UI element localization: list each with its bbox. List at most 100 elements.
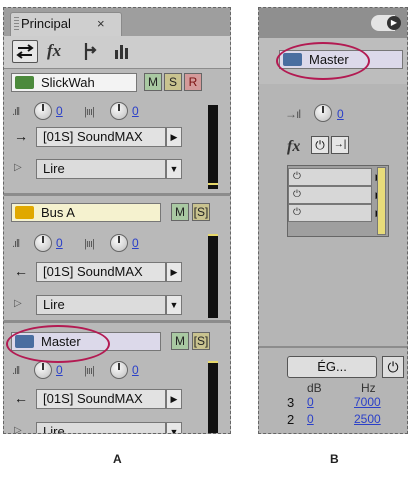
pan-knob[interactable] <box>110 234 128 252</box>
tab-label: Principal <box>21 16 71 31</box>
pan-value[interactable]: 0 <box>132 363 139 377</box>
mode-dropdown-button[interactable]: ▼ <box>166 295 182 315</box>
expand-arrow-icon[interactable]: ▷ <box>14 162 22 173</box>
effect-slot-2[interactable]: ⏻ <box>288 186 372 204</box>
bus-color-swatch[interactable] <box>15 206 34 219</box>
toolbar: fx <box>4 36 230 69</box>
tab-principal[interactable]: Principal × <box>10 12 122 36</box>
volume-value[interactable]: 0 <box>56 104 63 118</box>
mute-button[interactable]: M <box>171 332 189 350</box>
output-arrow-button[interactable]: ▶ <box>166 389 182 409</box>
volume-value[interactable]: 0 <box>56 236 63 250</box>
level-meter <box>208 105 218 189</box>
output-arrow-button[interactable]: ▶ <box>166 262 182 282</box>
power-icon[interactable]: ⏻ <box>311 136 329 154</box>
pre-post-icon[interactable]: →| <box>331 136 349 154</box>
automation-mode-select[interactable]: Lire <box>36 422 166 433</box>
output-arrow-icon: → <box>14 128 28 144</box>
eq-power-icon[interactable]: ⏻ <box>382 356 404 378</box>
mute-button[interactable]: M <box>144 73 162 91</box>
automation-mode-select[interactable]: Lire <box>36 159 166 179</box>
eq-band-label: 3 <box>287 395 295 410</box>
effect-slot-1[interactable]: ⏻ <box>288 168 372 186</box>
mute-button[interactable]: M <box>171 203 189 221</box>
volume-icon: .ıll <box>12 106 20 118</box>
grip-icon[interactable] <box>14 17 19 31</box>
eq-db-value[interactable]: 0 <box>307 412 314 426</box>
highlight-oval <box>6 325 110 363</box>
highlight-oval <box>276 42 370 80</box>
effect-slot-3[interactable]: ⏻ <box>288 204 372 222</box>
output-arrow-button[interactable]: ▶ <box>166 127 182 147</box>
eq-button[interactable] <box>112 40 132 63</box>
output-select[interactable]: [01S] SoundMAX <box>36 262 166 282</box>
mixer-panel-a: Principal × fx SlickWah M S R .ıll 0 |ıı… <box>3 7 231 434</box>
effects-button[interactable]: fx <box>47 40 71 63</box>
mode-dropdown-button[interactable]: ▼ <box>166 159 182 179</box>
eq-bars-icon <box>115 45 128 59</box>
channel-strip-slickwah: SlickWah M S R .ıll 0 |ııı| 0 → [01S] So… <box>4 69 230 193</box>
output-select[interactable]: [01S] SoundMAX <box>36 127 166 147</box>
divider <box>259 346 407 348</box>
swap-arrows-icon <box>16 44 34 59</box>
pan-icon: |ııı| <box>84 106 95 118</box>
pan-value[interactable]: 0 <box>132 104 139 118</box>
record-button[interactable]: R <box>184 73 202 91</box>
pan-knob[interactable] <box>110 102 128 120</box>
volume-value[interactable]: 0 <box>56 363 63 377</box>
sends-button[interactable] <box>80 40 100 63</box>
track-color-swatch[interactable] <box>15 76 34 89</box>
track-name-field[interactable]: SlickWah <box>11 73 137 92</box>
send-knob[interactable] <box>314 104 332 122</box>
panel-header: ▶ <box>259 8 407 38</box>
eq-db-header: dB <box>307 381 322 395</box>
slot-power-icon[interactable]: ⏻ <box>293 189 301 200</box>
eq-hz-value[interactable]: 7000 <box>354 395 381 409</box>
eq-band-label: 2 <box>287 412 295 427</box>
effects-rack: ⏻ ▶ ⏻ ▶ ⏻ ▶ <box>287 165 389 237</box>
volume-knob[interactable] <box>34 361 52 379</box>
solo-button[interactable]: [S] <box>192 203 210 221</box>
pan-icon: |ııı| <box>84 238 95 250</box>
send-value[interactable]: 0 <box>337 107 344 121</box>
input-arrow-icon: ← <box>14 263 28 279</box>
eq-hz-header: Hz <box>361 381 376 395</box>
slot-power-icon[interactable]: ⏻ <box>293 171 301 182</box>
bus-name-field[interactable]: Bus A <box>11 203 161 222</box>
volume-icon: .ıll <box>12 238 20 250</box>
level-meter <box>208 361 218 433</box>
expand-arrow-icon[interactable]: ▷ <box>14 298 22 309</box>
send-level-icon: →ıl <box>285 107 301 121</box>
pan-icon: |ııı| <box>84 365 95 377</box>
mixer-panel-b: ▶ Master →ıl 0 fx ⏻ →| ⏻ ▶ ⏻ ▶ ⏻ ▶ ÉG...… <box>258 7 408 434</box>
expand-arrow-icon[interactable]: ▷ <box>14 425 22 433</box>
panel-menu-icon[interactable]: ▶ <box>387 16 401 30</box>
close-icon[interactable]: × <box>97 16 105 31</box>
volume-knob[interactable] <box>34 234 52 252</box>
volume-knob[interactable] <box>34 102 52 120</box>
input-arrow-icon: ← <box>14 390 28 406</box>
slot-power-icon[interactable]: ⏻ <box>293 207 301 218</box>
mode-dropdown-button[interactable]: ▼ <box>166 422 182 433</box>
caption-b: B <box>330 452 339 466</box>
tab-bar: Principal × <box>4 8 230 36</box>
solo-button[interactable]: [S] <box>192 332 210 350</box>
pan-value[interactable]: 0 <box>132 236 139 250</box>
automation-mode-select[interactable]: Lire <box>36 295 166 315</box>
sends-icon <box>84 43 97 60</box>
bus-name: Bus A <box>41 205 75 220</box>
pan-knob[interactable] <box>110 361 128 379</box>
solo-button[interactable]: S <box>164 73 182 91</box>
track-name: SlickWah <box>41 75 95 90</box>
caption-a: A <box>113 452 122 466</box>
inputs-outputs-button[interactable] <box>12 40 38 63</box>
eq-hz-value[interactable]: 2500 <box>354 412 381 426</box>
level-meter <box>208 234 218 318</box>
output-select[interactable]: [01S] SoundMAX <box>36 389 166 409</box>
effects-scrollbar[interactable] <box>377 167 386 235</box>
volume-icon: .ıll <box>12 365 20 377</box>
channel-strip-bus-a: Bus A M [S] .ıll 0 |ııı| 0 ← [01S] Sound… <box>4 196 230 320</box>
eq-button[interactable]: ÉG... <box>287 356 377 378</box>
eq-db-value[interactable]: 0 <box>307 395 314 409</box>
effects-label: fx <box>287 138 301 155</box>
